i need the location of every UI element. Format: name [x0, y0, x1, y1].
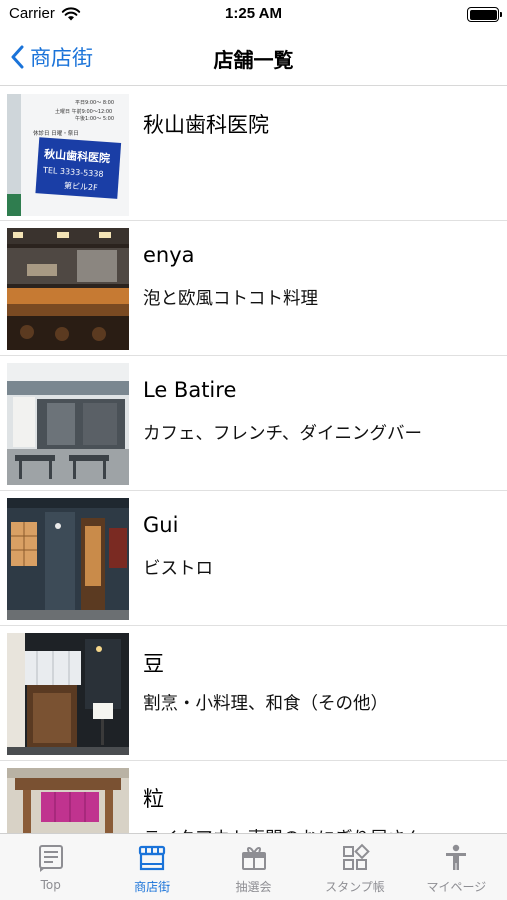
shop-thumbnail	[7, 228, 129, 350]
grid-apps-icon	[342, 843, 370, 870]
shop-thumbnail	[7, 633, 129, 755]
tab-stamp-book[interactable]: スタンプ帳	[304, 834, 405, 900]
shop-name: 秋山歯科医院	[143, 113, 269, 137]
shop-row-tsubu[interactable]: 粒 テイクアウト専門のおにぎり屋さん	[0, 761, 507, 833]
tab-shopping-street[interactable]: 商店街	[101, 834, 202, 900]
tab-bar: Top 商店街 抽選会 スタンプ帳 マイページ	[0, 833, 507, 900]
back-button[interactable]: 商店街	[10, 42, 93, 72]
shop-name: Gui	[143, 513, 179, 537]
back-button-label: 商店街	[30, 46, 93, 70]
shop-thumbnail: 平日9:00～ 8:00 土曜日 午前9:00～12:00 午後1:00～ 5:…	[7, 94, 129, 216]
sign-hours-3: 午後1:00～ 5:00	[75, 115, 114, 122]
tab-lottery[interactable]: 抽選会	[203, 834, 304, 900]
shop-category: 割烹・小料理、和食（その他）	[143, 694, 388, 714]
shop-category: ビストロ	[143, 559, 213, 579]
shop-thumbnail	[7, 768, 129, 833]
tab-label: 抽選会	[235, 880, 272, 894]
shop-name: enya	[143, 243, 195, 267]
ticket-icon	[241, 847, 266, 870]
tab-top[interactable]: Top	[0, 834, 101, 900]
sign-hours-2: 土曜日 午前9:00～12:00	[55, 108, 112, 115]
chevron-left-icon	[11, 45, 24, 69]
sign-closed: 休診日 日曜・祭日	[33, 129, 79, 137]
shop-row-le-batire[interactable]: Le Batire カフェ、フレンチ、ダイニングバー	[0, 356, 507, 491]
sign-hours-1: 平日9:00～ 8:00	[75, 100, 114, 106]
shop-thumbnail	[7, 363, 129, 485]
tab-label: マイページ	[426, 880, 487, 894]
shop-list[interactable]: 平日9:00～ 8:00 土曜日 午前9:00～12:00 午後1:00～ 5:…	[0, 87, 507, 833]
navigation-bar: 商店街 店舗一覧	[0, 30, 507, 86]
battery-icon	[467, 7, 502, 22]
shop-row-gui[interactable]: Gui ビストロ	[0, 491, 507, 626]
shop-row-akiyama[interactable]: 平日9:00～ 8:00 土曜日 午前9:00～12:00 午後1:00～ 5:…	[0, 87, 507, 221]
tab-my-page[interactable]: マイページ	[406, 834, 507, 900]
shop-name: 豆	[143, 652, 164, 676]
shop-category: カフェ、フレンチ、ダイニングバー	[143, 424, 422, 444]
shop-row-enya[interactable]: enya 泡と欧風コトコト料理	[0, 221, 507, 356]
tab-label: Top	[40, 878, 61, 892]
shop-thumbnail	[7, 498, 129, 620]
tab-label: 商店街	[134, 880, 171, 894]
list-icon	[38, 845, 63, 872]
status-bar: Carrier 1:25 AM	[0, 0, 507, 30]
clock: 1:25 AM	[225, 5, 282, 22]
storefront-icon	[139, 845, 166, 871]
shop-name: Le Batire	[143, 378, 237, 402]
person-icon	[446, 844, 467, 870]
shop-row-mame[interactable]: 豆 割烹・小料理、和食（その他）	[0, 626, 507, 761]
shop-category: 泡と欧風コトコト料理	[143, 289, 318, 309]
tab-label: スタンプ帳	[325, 880, 385, 894]
shop-category: テイクアウト専門のおにぎり屋さん	[143, 825, 423, 833]
shop-name: 粒	[143, 787, 164, 811]
